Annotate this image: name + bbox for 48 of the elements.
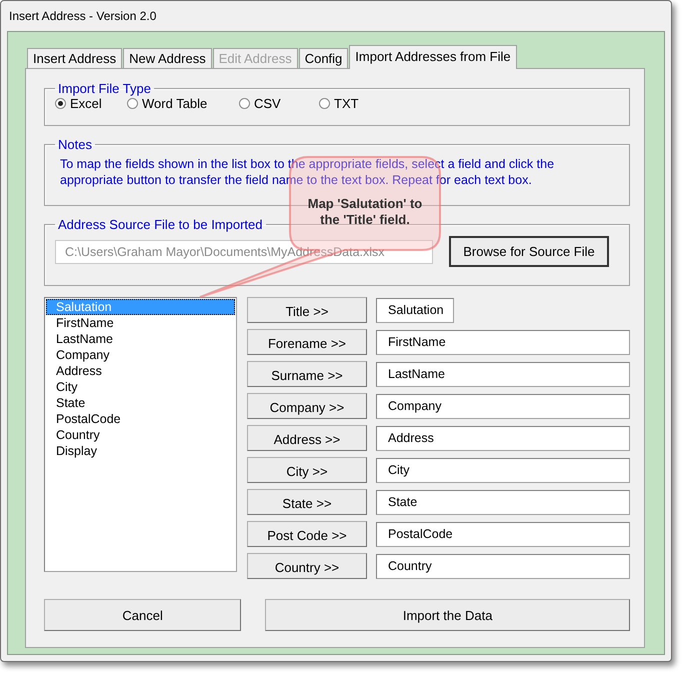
list-item[interactable]: State	[46, 395, 235, 411]
tab[interactable]: Config	[298, 48, 348, 68]
window-title: Insert Address - Version 2.0	[9, 9, 156, 23]
notes-text: To map the fields shown in the list box to the appropriate fields, select a field and click the appropriate button to transfer the field name to the text box. Repeat for each text box.	[60, 156, 556, 188]
map-button[interactable]: Address >>	[247, 425, 367, 451]
cancel-button[interactable]: Cancel	[44, 599, 242, 631]
text-field[interactable]: Company	[376, 394, 630, 418]
tab[interactable]: Insert Address	[27, 48, 122, 68]
tab[interactable]: New Address	[123, 48, 212, 68]
radio-label: TXT	[334, 96, 359, 111]
map-button[interactable]: Title >>	[247, 297, 367, 323]
map-button[interactable]: Post Code >>	[247, 521, 367, 547]
text-field[interactable]: FirstName	[376, 330, 630, 354]
radio-button[interactable]	[239, 98, 250, 109]
group-label: Notes	[57, 137, 93, 152]
map-button[interactable]: Country >>	[247, 553, 367, 579]
list-item[interactable]: LastName	[46, 331, 235, 347]
list-item[interactable]: City	[46, 379, 235, 395]
radio-button[interactable]	[319, 98, 330, 109]
map-button[interactable]: Company >>	[247, 393, 367, 419]
text-field[interactable]: City	[376, 458, 630, 482]
radio-label: Word Table	[142, 96, 208, 111]
callout-text: Map 'Salutation' to the 'Title' field.	[306, 196, 424, 228]
list-item[interactable]: Display	[46, 443, 235, 459]
text-field[interactable]: LastName	[376, 362, 630, 386]
list-item[interactable]: Company	[46, 347, 235, 363]
map-button[interactable]: Surname >>	[247, 361, 367, 387]
list-item[interactable]: PostalCode	[46, 411, 235, 427]
list-item[interactable]: FirstName	[46, 315, 235, 331]
map-button[interactable]: State >>	[247, 489, 367, 515]
radio-button[interactable]	[55, 98, 66, 109]
text-field[interactable]: State	[376, 490, 630, 514]
radio-button[interactable]	[127, 98, 138, 109]
radio-label: CSV	[254, 96, 281, 111]
group-label: Address Source File to be Imported	[57, 217, 264, 232]
browse-button[interactable]: Browse for Source File	[449, 236, 609, 267]
group-label: Import File Type	[57, 81, 152, 96]
list-item[interactable]: Address	[46, 363, 235, 379]
text-field[interactable]: Country	[376, 554, 630, 578]
text-field[interactable]: Address	[376, 426, 630, 450]
import-button[interactable]: Import the Data	[265, 599, 630, 631]
list-item[interactable]: Country	[46, 427, 235, 443]
map-button[interactable]: City >>	[247, 457, 367, 483]
text-field[interactable]: PostalCode	[376, 522, 630, 546]
radio-label: Excel	[70, 96, 102, 111]
tab[interactable]: Import Addresses from File	[349, 45, 517, 69]
text-field[interactable]: Salutation	[376, 298, 454, 322]
map-button[interactable]: Forename >>	[247, 329, 367, 355]
